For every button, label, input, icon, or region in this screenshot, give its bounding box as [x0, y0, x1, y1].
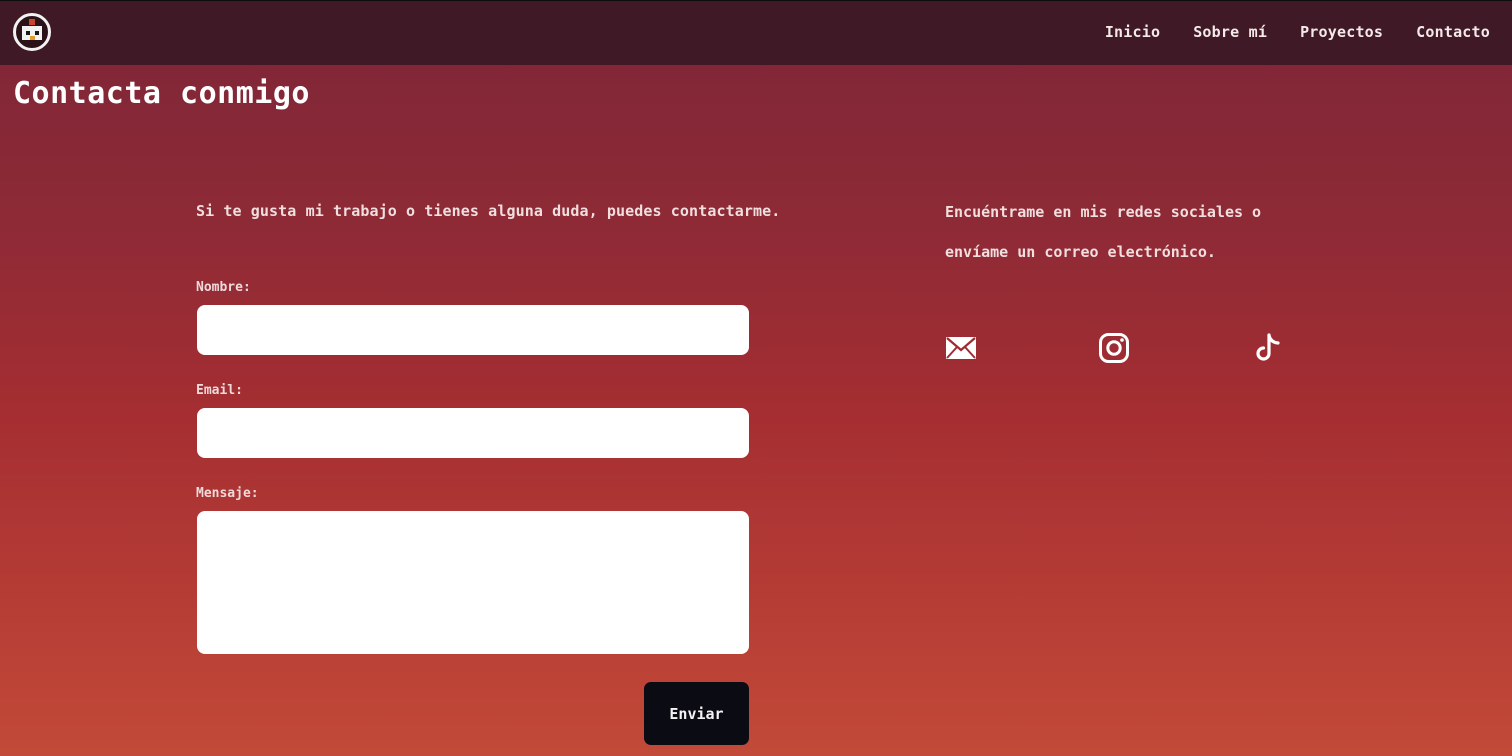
logo-tuft: [29, 19, 35, 25]
nav-link-contacto[interactable]: Contacto: [1416, 23, 1490, 41]
name-label: Nombre:: [196, 280, 251, 295]
mail-icon-graphic: [946, 337, 976, 359]
instagram-icon[interactable]: [1098, 332, 1130, 364]
nav-link-inicio[interactable]: Inicio: [1105, 23, 1160, 41]
logo-beak: [30, 36, 35, 40]
nav-link-sobre-mi[interactable]: Sobre mí: [1193, 23, 1267, 41]
page-title: Contacta conmigo: [13, 76, 310, 111]
pixel-bird-logo-icon[interactable]: [13, 13, 51, 51]
nav-links: Inicio Sobre mí Proyectos Contacto: [1105, 23, 1490, 41]
email-field[interactable]: [197, 408, 749, 458]
name-field[interactable]: [197, 305, 749, 355]
logo-eye-left: [26, 31, 30, 35]
logo-eye-right: [35, 31, 39, 35]
tiktok-icon-graphic: [1256, 333, 1280, 361]
nav-link-proyectos[interactable]: Proyectos: [1300, 23, 1383, 41]
navbar: Inicio Sobre mí Proyectos Contacto: [0, 0, 1512, 65]
message-label: Mensaje:: [196, 486, 259, 501]
email-label: Email:: [196, 383, 243, 398]
send-button[interactable]: Enviar: [644, 682, 749, 745]
tiktok-icon[interactable]: [1252, 332, 1284, 364]
social-intro-text: Encuéntrame en mis redes sociales o enví…: [945, 203, 1262, 261]
contact-intro-text: Si te gusta mi trabajo o tienes alguna d…: [196, 202, 781, 220]
mail-icon[interactable]: [945, 332, 977, 364]
instagram-icon-graphic: [1099, 333, 1129, 363]
message-field[interactable]: [197, 511, 749, 654]
